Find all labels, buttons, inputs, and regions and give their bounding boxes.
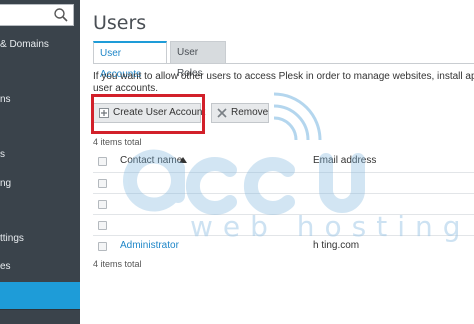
tab-divider [93, 63, 474, 64]
contact-name-link[interactable]: Administrator [120, 240, 179, 251]
table-header: Contact name Email address [93, 153, 474, 171]
sidebar: & Domains ns s ng ttings es [0, 0, 80, 324]
sidebar-divider [0, 309, 80, 310]
sidebar-item-label: ns [0, 94, 11, 105]
remove-label: Remove [231, 107, 269, 118]
sidebar-item-domains[interactable]: & Domains [0, 37, 80, 53]
sidebar-item-label: ttings [0, 233, 24, 244]
email-cell: h ting.com [313, 240, 360, 251]
row-checkbox[interactable] [98, 200, 107, 209]
remove-icon [217, 108, 227, 118]
table-row[interactable] [93, 214, 474, 235]
page-description: If you want to allow other users to acce… [93, 71, 474, 95]
description-text: If you want to allow other users to acce… [93, 71, 474, 82]
row-checkbox[interactable] [98, 242, 107, 251]
sidebar-search-input[interactable] [0, 4, 74, 26]
table-row[interactable]: Administrator h ting.com [93, 235, 474, 256]
table-row[interactable] [93, 172, 474, 193]
remove-button[interactable]: Remove [211, 103, 269, 123]
highlight-annotation [91, 94, 205, 134]
sidebar-item-active[interactable] [0, 282, 80, 309]
column-header-contact-name[interactable]: Contact name [120, 155, 182, 166]
items-total-top: 4 items total [93, 137, 142, 147]
tab-user-roles[interactable]: User Roles [170, 41, 226, 79]
items-total-bottom: 4 items total [93, 259, 142, 269]
sidebar-item-extensions[interactable]: es [0, 259, 80, 275]
tab-user-accounts[interactable]: User Accounts [93, 41, 167, 80]
sidebar-item-users[interactable]: s [0, 147, 80, 163]
search-icon[interactable] [53, 7, 69, 23]
sidebar-item-label: es [0, 261, 11, 272]
select-all-checkbox[interactable] [98, 157, 107, 166]
sidebar-item-hosting[interactable]: ng [0, 176, 80, 192]
row-checkbox[interactable] [98, 221, 107, 230]
sidebar-item-label: s [0, 149, 5, 160]
sidebar-item-applications[interactable]: ns [0, 92, 80, 108]
page-title: Users [93, 12, 147, 34]
table-row[interactable] [93, 193, 474, 214]
column-header-email[interactable]: Email address [313, 155, 376, 166]
sidebar-item-settings[interactable]: ttings [0, 231, 80, 247]
sidebar-item-label: ng [0, 178, 12, 189]
sidebar-item-label: & Domains [0, 39, 49, 50]
row-checkbox[interactable] [98, 179, 107, 188]
sort-ascending-icon[interactable] [179, 157, 187, 163]
description-text-cont: user accounts. [93, 83, 159, 94]
